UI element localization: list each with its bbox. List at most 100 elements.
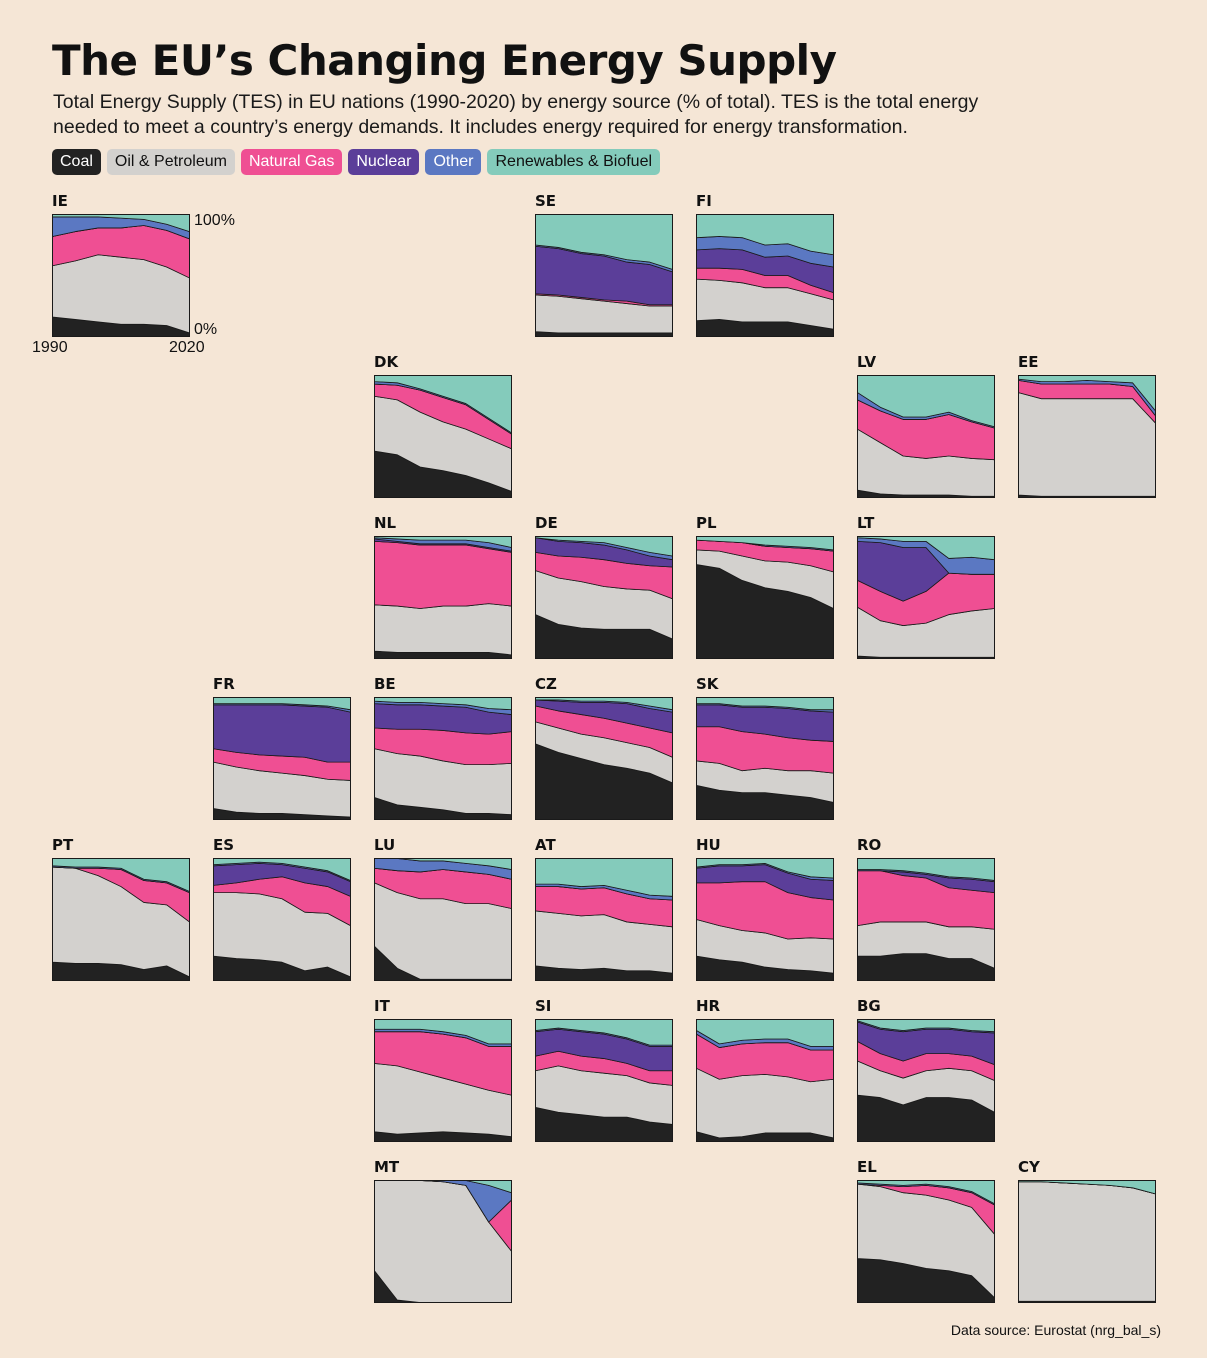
country-tile-lu: LU — [374, 836, 514, 981]
area-oil-petroleum — [374, 603, 512, 656]
legend-coal: Coal — [52, 149, 101, 175]
stacked-area-chart — [696, 858, 834, 981]
legend-other: Other — [425, 149, 482, 175]
country-tile-bg: BG — [857, 997, 997, 1142]
country-code-label: MT — [374, 1158, 400, 1176]
country-tile-fr: FR — [213, 675, 353, 820]
area-coal — [857, 1094, 995, 1142]
country-code-label: LU — [374, 836, 396, 854]
country-tile-be: BE — [374, 675, 514, 820]
country-code-label: LT — [857, 514, 875, 532]
country-tile-se: SE — [535, 192, 675, 337]
country-code-label: SK — [696, 675, 719, 693]
stacked-area-chart — [535, 214, 673, 337]
stacked-area-chart — [1018, 1180, 1156, 1303]
country-tile-mt: MT — [374, 1158, 514, 1303]
legend-renewables-biofuel: Renewables & Biofuel — [487, 149, 661, 175]
country-code-label: NL — [374, 514, 397, 532]
x-axis-start-label: 1990 — [32, 339, 68, 356]
country-tile-it: IT — [374, 997, 514, 1142]
stacked-area-chart — [696, 1019, 834, 1142]
country-code-label: SE — [535, 192, 557, 210]
stacked-area-chart — [213, 697, 351, 820]
country-tile-fi: FI — [696, 192, 836, 337]
country-code-label: EL — [857, 1158, 877, 1176]
country-tile-de: DE — [535, 514, 675, 659]
stacked-area-chart — [374, 375, 512, 498]
country-code-label: IE — [52, 192, 68, 210]
page-title: The EU’s Changing Energy Supply — [52, 36, 837, 85]
x-axis-end-label: 2020 — [169, 339, 205, 356]
country-tile-hr: HR — [696, 997, 836, 1142]
legend-nuclear: Nuclear — [348, 149, 420, 175]
stacked-area-chart — [857, 858, 995, 981]
stacked-area-chart — [374, 697, 512, 820]
country-code-label: AT — [535, 836, 556, 854]
country-code-label: HU — [696, 836, 721, 854]
stacked-area-chart — [374, 1019, 512, 1142]
stacked-area-chart — [535, 697, 673, 820]
country-tile-at: AT — [535, 836, 675, 981]
country-tile-si: SI — [535, 997, 675, 1142]
country-tile-lv: LV — [857, 353, 997, 498]
country-code-label: CY — [1018, 1158, 1040, 1176]
y-axis-bottom-label: 0% — [194, 321, 218, 338]
country-tile-ie: IE — [52, 192, 192, 337]
country-code-label: FI — [696, 192, 712, 210]
stacked-area-chart — [857, 536, 995, 659]
country-code-label: DK — [374, 353, 399, 371]
stacked-area-chart — [374, 1180, 512, 1303]
country-code-label: IT — [374, 997, 390, 1015]
country-tile-cy: CY — [1018, 1158, 1158, 1303]
stacked-area-chart — [696, 214, 834, 337]
country-tile-nl: NL — [374, 514, 514, 659]
stacked-area-chart — [857, 1180, 995, 1303]
country-tile-el: EL — [857, 1158, 997, 1303]
stacked-area-chart — [535, 858, 673, 981]
y-axis-top-label: 100% — [194, 212, 235, 229]
stacked-area-chart — [857, 1019, 995, 1142]
stacked-area-chart — [696, 697, 834, 820]
country-code-label: PT — [52, 836, 74, 854]
country-tile-cz: CZ — [535, 675, 675, 820]
legend-oil-petroleum: Oil & Petroleum — [106, 149, 235, 175]
stacked-area-chart — [374, 536, 512, 659]
stacked-area-chart — [535, 1019, 673, 1142]
country-code-label: PL — [696, 514, 717, 532]
country-code-label: EE — [1018, 353, 1039, 371]
stacked-area-chart — [213, 858, 351, 981]
legend-natural-gas: Natural Gas — [240, 149, 343, 175]
page-subtitle: Total Energy Supply (TES) in EU nations … — [53, 91, 979, 138]
country-code-label: BG — [857, 997, 881, 1015]
stacked-area-chart — [696, 536, 834, 659]
country-code-label: LV — [857, 353, 877, 371]
country-tile-hu: HU — [696, 836, 836, 981]
country-tile-pt: PT — [52, 836, 192, 981]
area-natural-gas — [374, 540, 512, 609]
country-code-label: FR — [213, 675, 235, 693]
stacked-area-chart — [374, 858, 512, 981]
legend: Coal Oil & Petroleum Natural Gas Nuclear… — [52, 149, 661, 175]
country-tile-sk: SK — [696, 675, 836, 820]
country-tile-lt: LT — [857, 514, 997, 659]
stacked-area-chart — [52, 858, 190, 981]
country-tile-ee: EE — [1018, 353, 1158, 498]
country-tile-pl: PL — [696, 514, 836, 659]
country-tile-ro: RO — [857, 836, 997, 981]
country-code-label: BE — [374, 675, 396, 693]
data-source: Data source: Eurostat (nrg_bal_s) — [950, 1322, 1161, 1338]
country-code-label: ES — [213, 836, 235, 854]
country-code-label: DE — [535, 514, 558, 532]
area-oil-petroleum — [1018, 1181, 1156, 1302]
stacked-area-chart — [535, 536, 673, 659]
country-code-label: CZ — [535, 675, 557, 693]
country-code-label: SI — [535, 997, 552, 1015]
area-oil-petroleum — [1018, 392, 1156, 497]
country-tile-es: ES — [213, 836, 353, 981]
stacked-area-chart — [1018, 375, 1156, 498]
stacked-area-chart — [857, 375, 995, 498]
country-code-label: RO — [857, 836, 882, 854]
country-tile-dk: DK — [374, 353, 514, 498]
country-code-label: HR — [696, 997, 721, 1015]
stacked-area-chart — [52, 214, 190, 337]
